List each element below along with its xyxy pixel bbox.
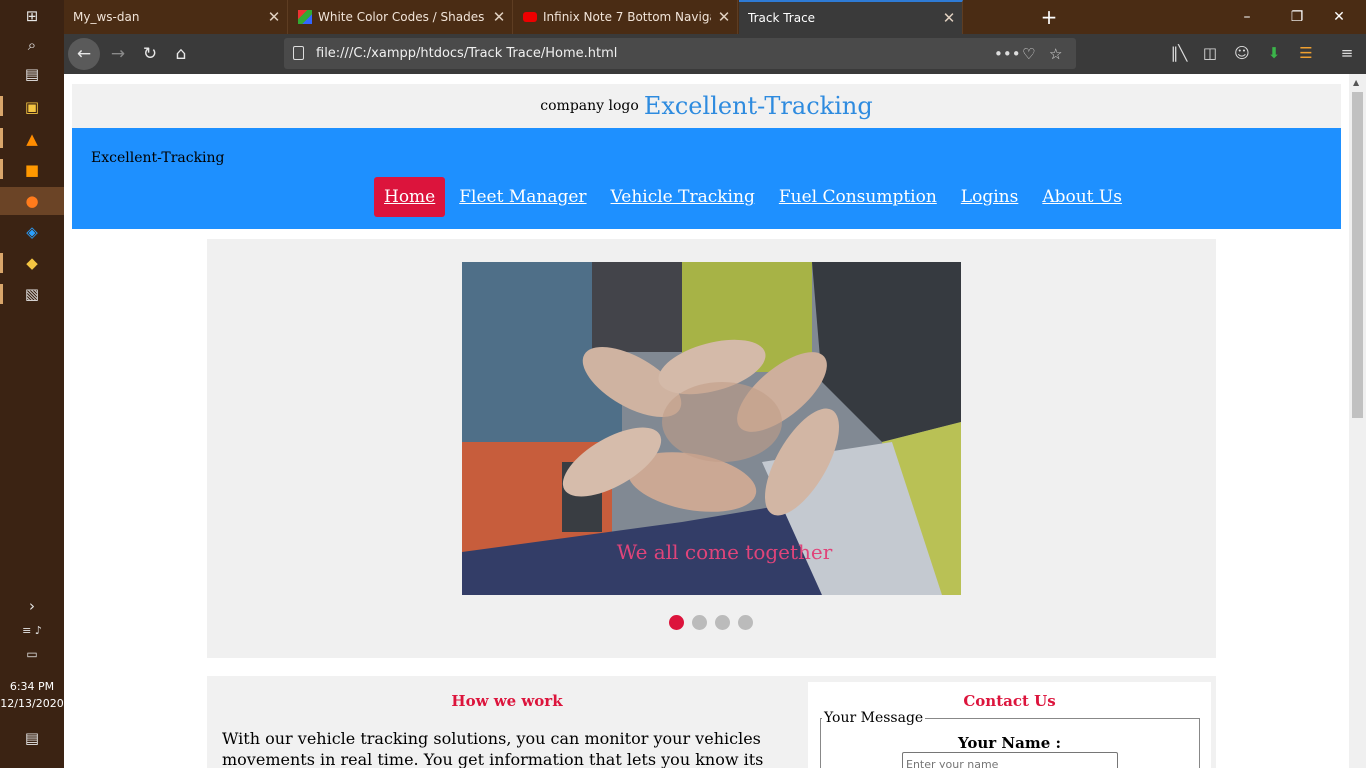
tab-infinix-note-7[interactable]: Infinix Note 7 Bottom Navigatio ✕ [514,0,738,34]
name-input[interactable] [902,752,1118,768]
slider-dot[interactable] [669,615,684,630]
nav-link-home[interactable]: Home [374,177,446,217]
windows-taskbar: ⊞ ⌕ ▤ ▣ ▲ ■ ● ◈ ◆ ▧ › ≡ ♪ ▭ 6:34 PM 12/1… [0,0,64,768]
nav-link-logins[interactable]: Logins [951,177,1029,217]
tab-white-color-codes[interactable]: White Color Codes / Shades of ✕ [289,0,513,34]
site-navbar: Excellent-Tracking Home Fleet Manager Ve… [72,128,1341,229]
reload-button[interactable]: ↻ [134,38,166,70]
navbar-brand[interactable]: Excellent-Tracking [91,150,225,166]
nav-link-fuel-consumption[interactable]: Fuel Consumption [769,177,947,217]
download-icon[interactable]: ⬇ [1263,42,1285,64]
pocket-icon[interactable]: ♡ [1022,38,1035,69]
nav-link-about-us[interactable]: About Us [1032,177,1132,217]
nav-link-vehicle-tracking[interactable]: Vehicle Tracking [601,177,765,217]
image-slider: We all come together [207,239,1216,658]
youtube-icon [523,12,537,22]
clock-date: 12/13/2020 [0,697,64,710]
slider-dot[interactable] [692,615,707,630]
slider-dots [669,615,761,630]
site-brand-title: Excellent-Tracking [643,92,873,120]
slide-image: We all come together [462,262,961,595]
close-icon[interactable]: ✕ [936,9,962,27]
menu-icon[interactable]: ≡ [1336,42,1358,64]
color-grid-icon [298,10,312,24]
window-close-button[interactable]: ✕ [1316,0,1362,34]
forward-button[interactable]: → [102,38,134,70]
task-view-icon[interactable]: ▤ [0,60,64,88]
firefox-icon[interactable]: ● [0,187,64,215]
bookmark-star-icon[interactable]: ☆ [1049,38,1062,69]
sublime-text-icon[interactable]: ■ [0,156,64,184]
name-label: Your Name : [957,734,1062,752]
url-text: file:///C:/xampp/htdocs/Track Trace/Home… [316,46,618,61]
account-icon[interactable]: ☺ [1231,42,1253,64]
page-viewport: company logo Excellent-Tracking Excellen… [64,74,1349,768]
how-we-work-section: How we work With our vehicle tracking so… [207,676,807,768]
nav-links: Home Fleet Manager Vehicle Tracking Fuel… [374,177,1136,217]
windows-start-icon[interactable]: ⊞ [0,2,64,30]
vscode-icon[interactable]: ◈ [0,218,64,246]
browser-nav-bar: ← → ↻ ⌂ file:///C:/xampp/htdocs/Track Tr… [64,34,1366,74]
tab-title: Track Trace [748,11,816,25]
new-tab-button[interactable]: + [1034,0,1064,34]
battery-icon[interactable]: ▭ [0,640,64,668]
nav-link-fleet-manager[interactable]: Fleet Manager [449,177,596,217]
how-we-work-text: With our vehicle tracking solutions, you… [222,729,764,768]
browser-tab-bar: My_ws-dan ✕ White Color Codes / Shades o… [64,0,1366,34]
contact-section: Contact Us Your Message Your Name : [807,676,1216,768]
how-we-work-title: How we work [451,692,563,710]
close-icon[interactable]: ✕ [261,8,287,26]
minimize-button[interactable]: – [1224,0,1270,34]
system-clock[interactable]: 6:34 PM 12/13/2020 [0,678,64,712]
tab-title: My_ws-dan [73,10,140,24]
slide-caption: We all come together [616,540,833,564]
sidebar-icon[interactable]: ◫ [1199,42,1221,64]
page-icon [293,46,304,60]
back-button[interactable]: ← [68,38,100,70]
company-logo-text: company logo [540,98,639,114]
git-icon[interactable]: ◆ [0,249,64,277]
page-actions-icon[interactable]: ••• [994,38,1021,69]
scroll-up-arrow-icon[interactable]: ▲ [1353,78,1359,87]
contact-panel: Contact Us Your Message Your Name : [808,682,1211,768]
close-icon[interactable]: ✕ [486,8,512,26]
tab-track-trace[interactable]: Track Trace ✕ [739,0,963,34]
vlc-icon[interactable]: ▲ [0,125,64,153]
site-header: company logo Excellent-Tracking [72,84,1341,128]
search-icon[interactable]: ⌕ [0,31,64,59]
slider-dot[interactable] [715,615,730,630]
message-legend: Your Message [822,710,926,726]
clock-time: 6:34 PM [9,680,55,693]
file-explorer-icon[interactable]: ▣ [0,93,64,121]
page-scrollbar[interactable]: ▲ [1349,74,1366,768]
notifications-icon[interactable]: ▤ [0,724,64,752]
slider-dot[interactable] [738,615,753,630]
url-bar[interactable]: file:///C:/xampp/htdocs/Track Trace/Home… [284,38,1076,69]
tab-my-ws-dan[interactable]: My_ws-dan ✕ [64,0,288,34]
extension-list-icon[interactable]: ☰ [1295,42,1317,64]
close-icon[interactable]: ✕ [711,8,737,26]
contact-title: Contact Us [963,692,1056,710]
home-button[interactable]: ⌂ [165,38,197,70]
scroll-thumb[interactable] [1352,92,1363,418]
restore-button[interactable]: ❐ [1274,0,1320,34]
tab-title: White Color Codes / Shades of [318,10,486,24]
library-icon[interactable]: ‖╲ [1168,42,1190,64]
tab-title: Infinix Note 7 Bottom Navigatio [543,10,711,24]
photos-icon[interactable]: ▧ [0,280,64,308]
